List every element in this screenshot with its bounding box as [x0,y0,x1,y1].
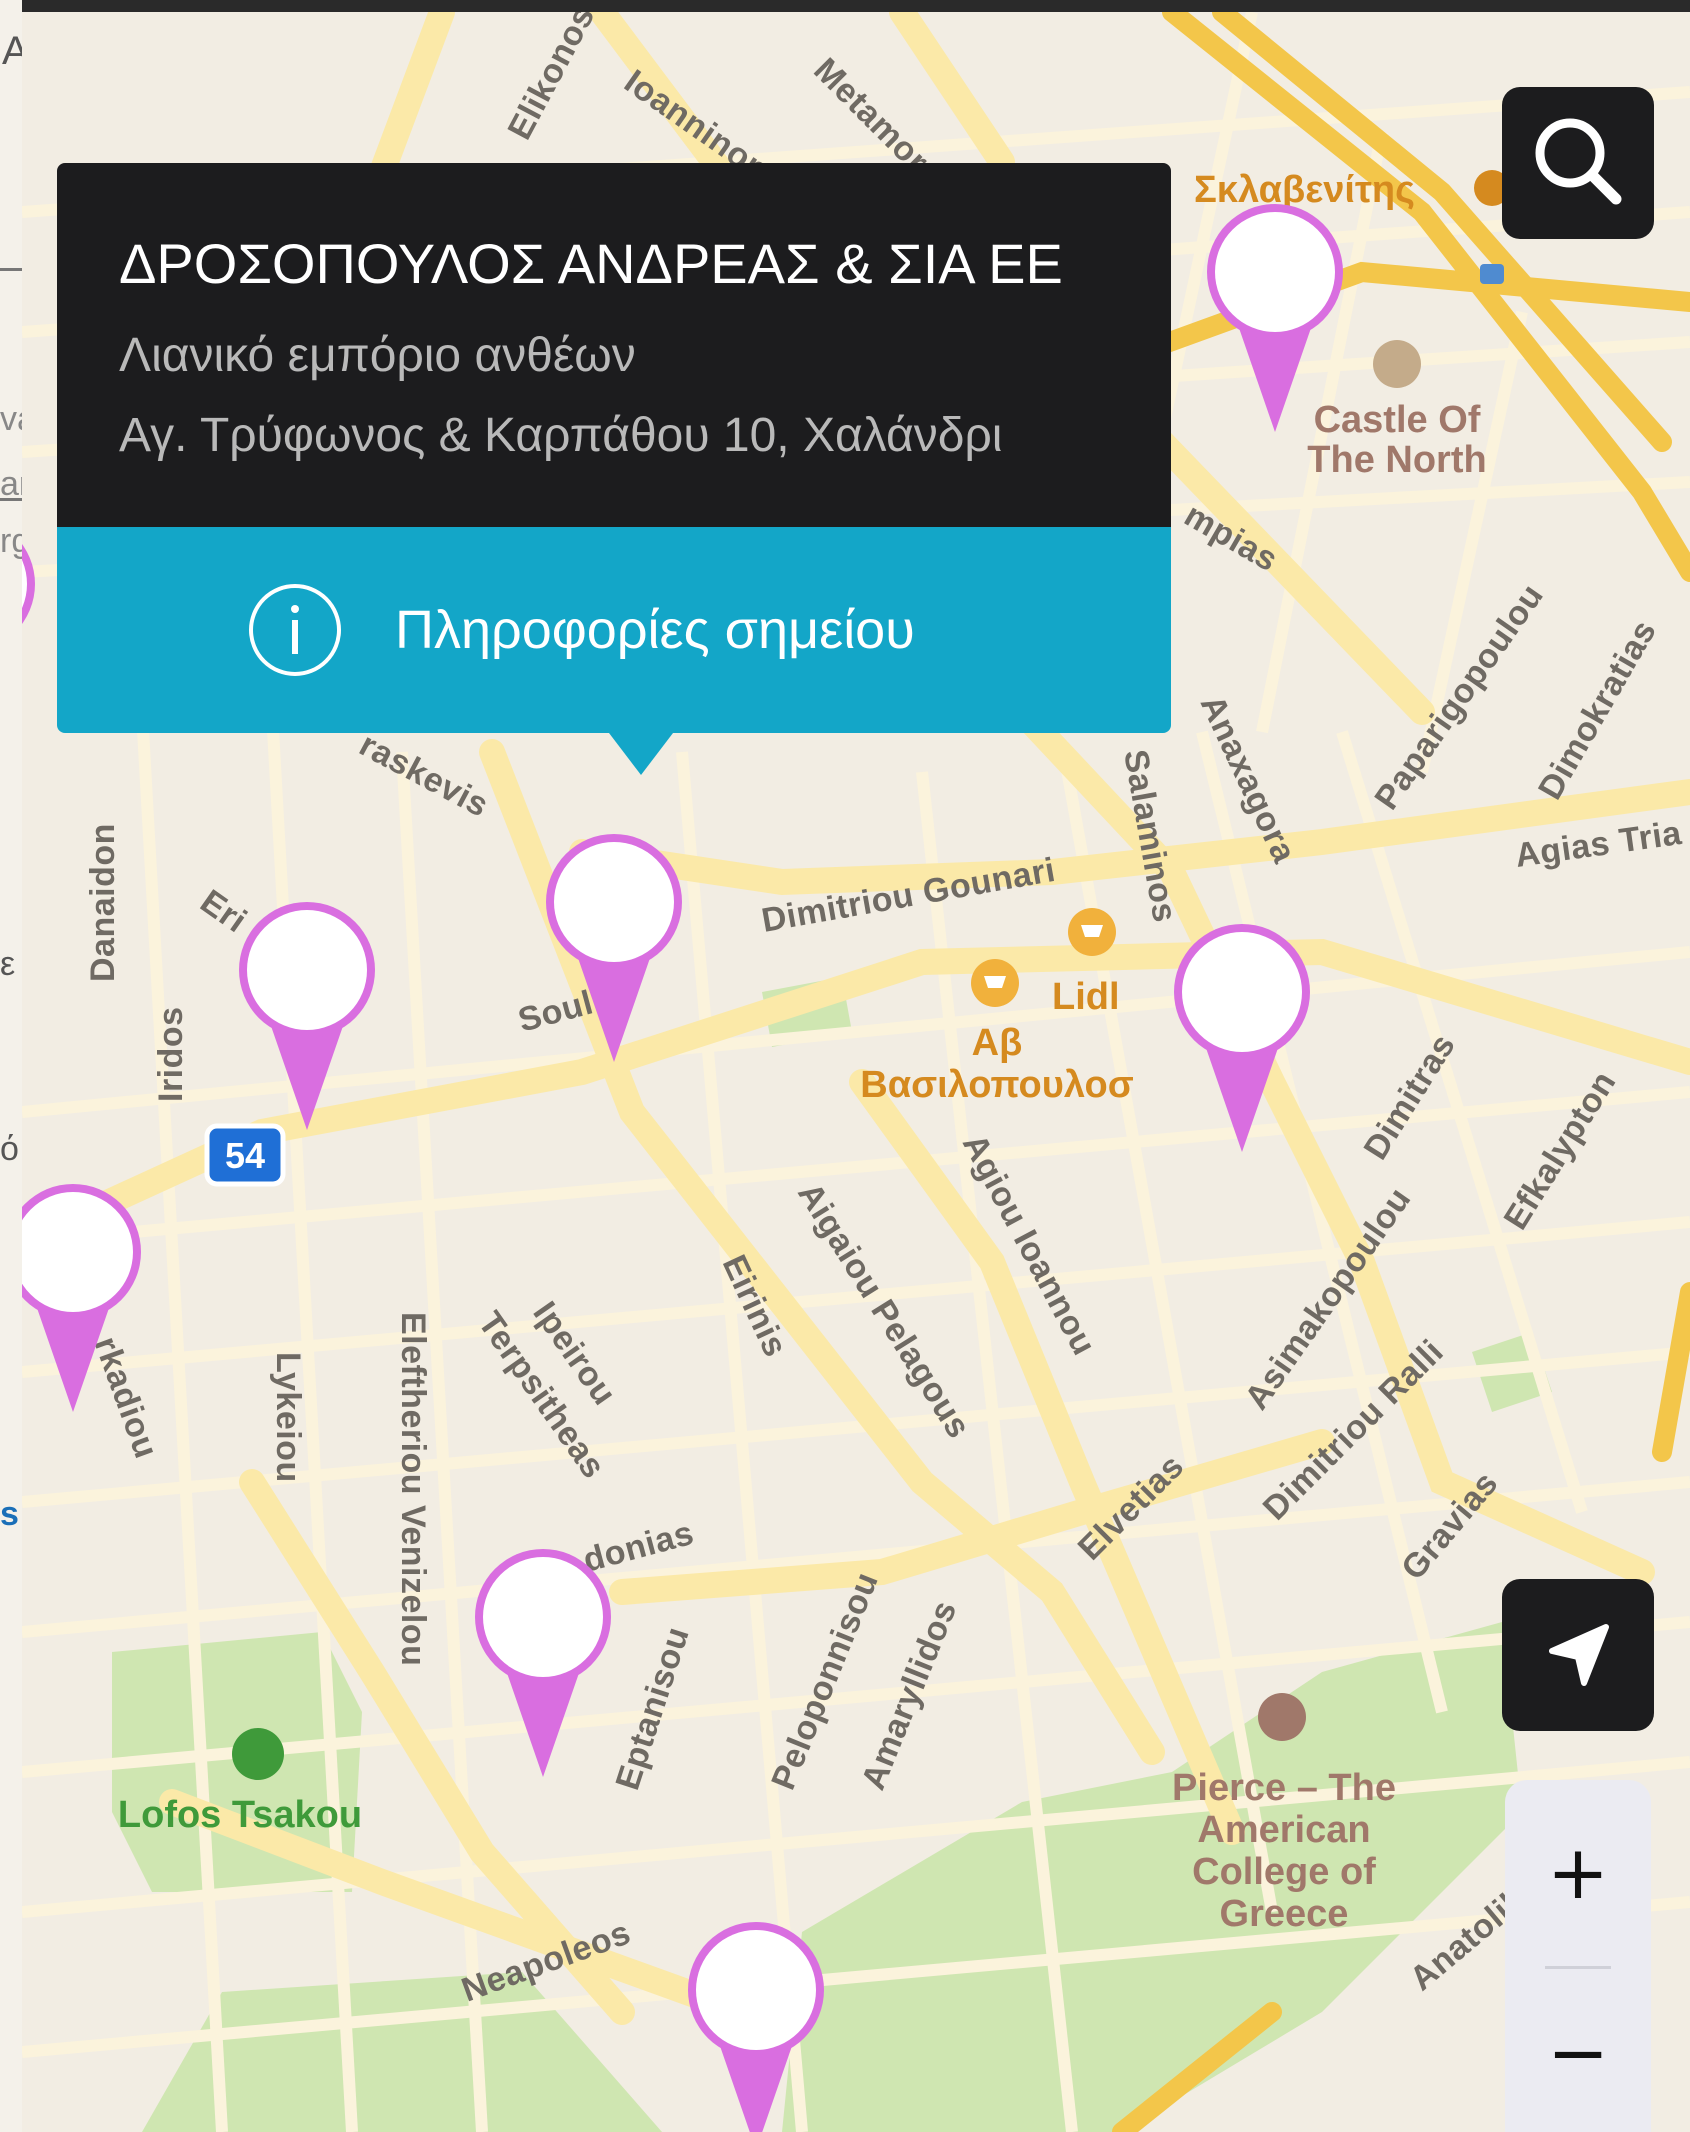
map-pin[interactable] [1167,917,1317,1157]
info-icon [249,584,341,676]
street-label: Eleftheriou Venizelou [394,1312,432,1666]
left-panel-edge: A va an rgi ε ό s; [0,0,22,2132]
street-label: Dimitras [1357,1027,1463,1166]
street-label: Danaidon [84,823,122,982]
poi-pierce-line3: College of [1192,1851,1376,1893]
place-info-label: Πληροφορίες σημείου [395,600,915,660]
popup-category: Λιανικό εμπόριο ανθέων [119,329,636,382]
park-tree-icon [232,1728,284,1780]
map-pin[interactable] [1200,197,1350,437]
top-bar [0,0,1690,12]
map-pin-selected[interactable] [539,827,689,1067]
popup-header: ΔΡΟΣΟΠΟΥΛΟΣ ΑΝΔΡΕΑΣ & ΣΙΑ ΕΕ Λιανικό εμπ… [57,163,1171,527]
map-pin[interactable] [681,1915,831,2132]
zoom-in-button[interactable]: + [1505,1780,1651,1965]
poi-pierce-line1: Pierce – The [1172,1767,1396,1809]
transit-icon [1480,264,1504,284]
popup-address: Αγ. Τρύφωνος & Καρπάθου 10, Χαλάνδρι [119,409,1003,462]
map-pin[interactable] [468,1542,618,1782]
left-fragment: va [0,400,22,438]
poi-ab-line1: Αβ [972,1022,1023,1064]
street-label: Efkalypton [1497,1064,1624,1236]
map-pin[interactable] [232,895,382,1135]
zoom-divider [1545,1966,1611,1969]
street-label: Dimokratias [1531,614,1664,806]
left-fragment: ε [0,945,15,983]
castle-icon [1373,340,1421,388]
plus-icon: + [1546,1830,1609,1916]
zoom-out-button[interactable]: − [1505,1970,1651,2132]
left-fragment: an [0,465,22,503]
street-label: Dimitriou Gounari [759,851,1059,940]
route-shield-number: 54 [225,1135,265,1176]
map-pin[interactable] [22,1177,148,1417]
poi-ab-line2: Βασιλοπουλοσ [860,1064,1133,1106]
street-label: Metamor [806,51,936,181]
left-fragment: s; [0,1495,22,1533]
left-fragment: A [2,29,22,73]
search-button[interactable] [1502,87,1654,239]
left-fragment: rgi [0,522,22,560]
poi-lidl: Lidl [1052,976,1120,1018]
poi-pierce-line4: Greece [1220,1893,1349,1935]
place-popup: ΔΡΟΣΟΠΟΥΛΟΣ ΑΝΔΡΕΑΣ & ΣΙΑ ΕΕ Λιανικό εμπ… [57,163,1171,775]
zoom-control: + − [1505,1780,1651,2132]
school-icon [1258,1693,1306,1741]
left-fragment: ό [0,1130,19,1168]
search-icon [1535,118,1622,205]
map-pin[interactable] [22,509,42,749]
minus-icon: − [1546,2010,1609,2096]
street-label: Iridos [152,1006,190,1102]
popup-tail [609,733,673,775]
poi-castle-line2: The North [1307,439,1486,481]
street-label: Elikonos [501,12,603,146]
popup-title: ΔΡΟΣΟΠΟΥΛΟΣ ΑΝΔΡΕΑΣ & ΣΙΑ ΕΕ [119,232,1063,295]
locate-me-button[interactable] [1502,1579,1654,1731]
street-label: Lykeiou [269,1352,307,1483]
location-arrow-icon [1549,1624,1609,1686]
poi-pierce-line2: American [1197,1809,1370,1851]
place-info-button[interactable]: Πληροφορίες σημείου [57,527,1171,733]
poi-lofos-tsakou: Lofos Tsakou [118,1794,362,1836]
street-label: raskevis [353,726,495,825]
